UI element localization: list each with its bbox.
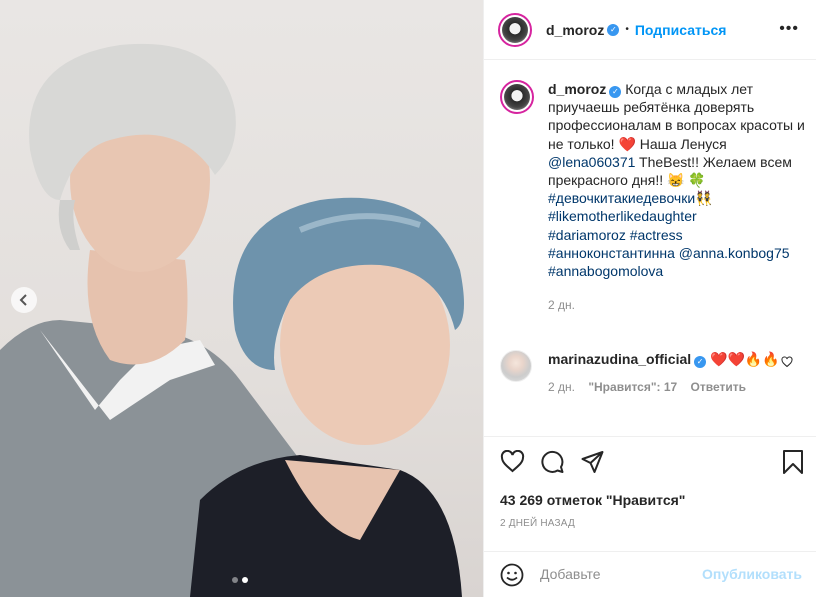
comment-item: marinazudina_official ✓ ❤️❤️🔥🔥 2 дн. "Нра… bbox=[500, 350, 805, 396]
caption-part: Наша Ленуся bbox=[635, 135, 727, 152]
publish-button[interactable]: Опубликовать bbox=[702, 566, 802, 582]
commenter-username[interactable]: marinazudina_official bbox=[548, 351, 691, 367]
caption: d_moroz ✓ Когда с младых лет приучаешь ре… bbox=[500, 80, 805, 314]
dancers-emoji: 👯 bbox=[695, 190, 713, 207]
add-comment-bar: Опубликовать bbox=[484, 551, 816, 597]
comment-text: ❤️❤️🔥🔥 bbox=[710, 351, 780, 367]
verified-icon: ✓ bbox=[609, 86, 622, 98]
emoji-icon[interactable] bbox=[500, 563, 524, 587]
author-username[interactable]: d_moroz bbox=[546, 22, 604, 38]
carousel-indicator bbox=[232, 577, 248, 583]
reply-button[interactable]: Ответить bbox=[691, 380, 746, 394]
carousel-dot-active bbox=[242, 577, 248, 583]
comments-section: d_moroz ✓ Когда с младых лет приучаешь ре… bbox=[484, 60, 816, 437]
share-icon[interactable] bbox=[580, 450, 605, 474]
comment-age[interactable]: 2 дн. bbox=[548, 380, 575, 394]
post-header: d_moroz ✓ • Подписаться ••• bbox=[484, 0, 816, 60]
heart-emoji: ❤️ bbox=[618, 135, 636, 152]
caption-avatar[interactable] bbox=[500, 80, 534, 114]
heart-icon[interactable] bbox=[781, 356, 793, 368]
bookmark-icon[interactable] bbox=[782, 450, 804, 474]
comment-meta: 2 дн. "Нравится": 17 Ответить bbox=[548, 378, 788, 396]
previous-photo-button[interactable] bbox=[11, 287, 37, 313]
hashtag-link[interactable]: #likemotherlikedaughter bbox=[548, 208, 697, 224]
caption-username[interactable]: d_moroz bbox=[548, 81, 606, 97]
hashtag-link[interactable]: #dariamoroz bbox=[548, 227, 626, 243]
post-photo[interactable] bbox=[0, 0, 483, 597]
hashtag-link[interactable]: #девочкитакиедевочки bbox=[548, 190, 695, 206]
photo-illustration bbox=[0, 43, 464, 597]
author-avatar[interactable] bbox=[498, 12, 532, 47]
more-icon[interactable]: ••• bbox=[779, 21, 799, 37]
clover-emoji: 🍀 bbox=[688, 172, 706, 189]
caption-age[interactable]: 2 дн. bbox=[548, 296, 805, 314]
hashtag-link[interactable]: #annabogomolova bbox=[548, 263, 663, 279]
likes-count[interactable]: 43 269 отметок "Нравится" bbox=[500, 492, 685, 508]
hashtag-link[interactable]: #actress bbox=[630, 227, 683, 243]
verified-icon: ✓ bbox=[607, 23, 620, 36]
cat-emoji: 😸 bbox=[667, 172, 685, 189]
carousel-dot bbox=[232, 577, 238, 583]
post-panel: d_moroz ✓ • Подписаться ••• d_moroz ✓ Ког… bbox=[483, 0, 816, 597]
verified-icon: ✓ bbox=[694, 356, 707, 368]
follow-button[interactable]: Подписаться bbox=[635, 22, 727, 38]
mention-link[interactable]: @anna.konbog75 bbox=[679, 245, 790, 261]
post-date: 2 ДНЕЙ НАЗАД bbox=[500, 518, 575, 529]
chevron-left-icon bbox=[19, 294, 27, 306]
heart-icon[interactable] bbox=[500, 450, 525, 474]
comment-likes[interactable]: "Нравится": 17 bbox=[588, 380, 677, 394]
caption-text: d_moroz ✓ Когда с младых лет приучаешь ре… bbox=[548, 80, 805, 314]
mention-link[interactable]: @lena060371 bbox=[548, 154, 635, 170]
commenter-avatar[interactable] bbox=[500, 350, 532, 382]
header-separator: • bbox=[625, 24, 629, 35]
hashtag-link[interactable]: #анноконстантинна bbox=[548, 245, 675, 261]
action-bar bbox=[500, 450, 805, 476]
comment-icon[interactable] bbox=[540, 450, 565, 474]
